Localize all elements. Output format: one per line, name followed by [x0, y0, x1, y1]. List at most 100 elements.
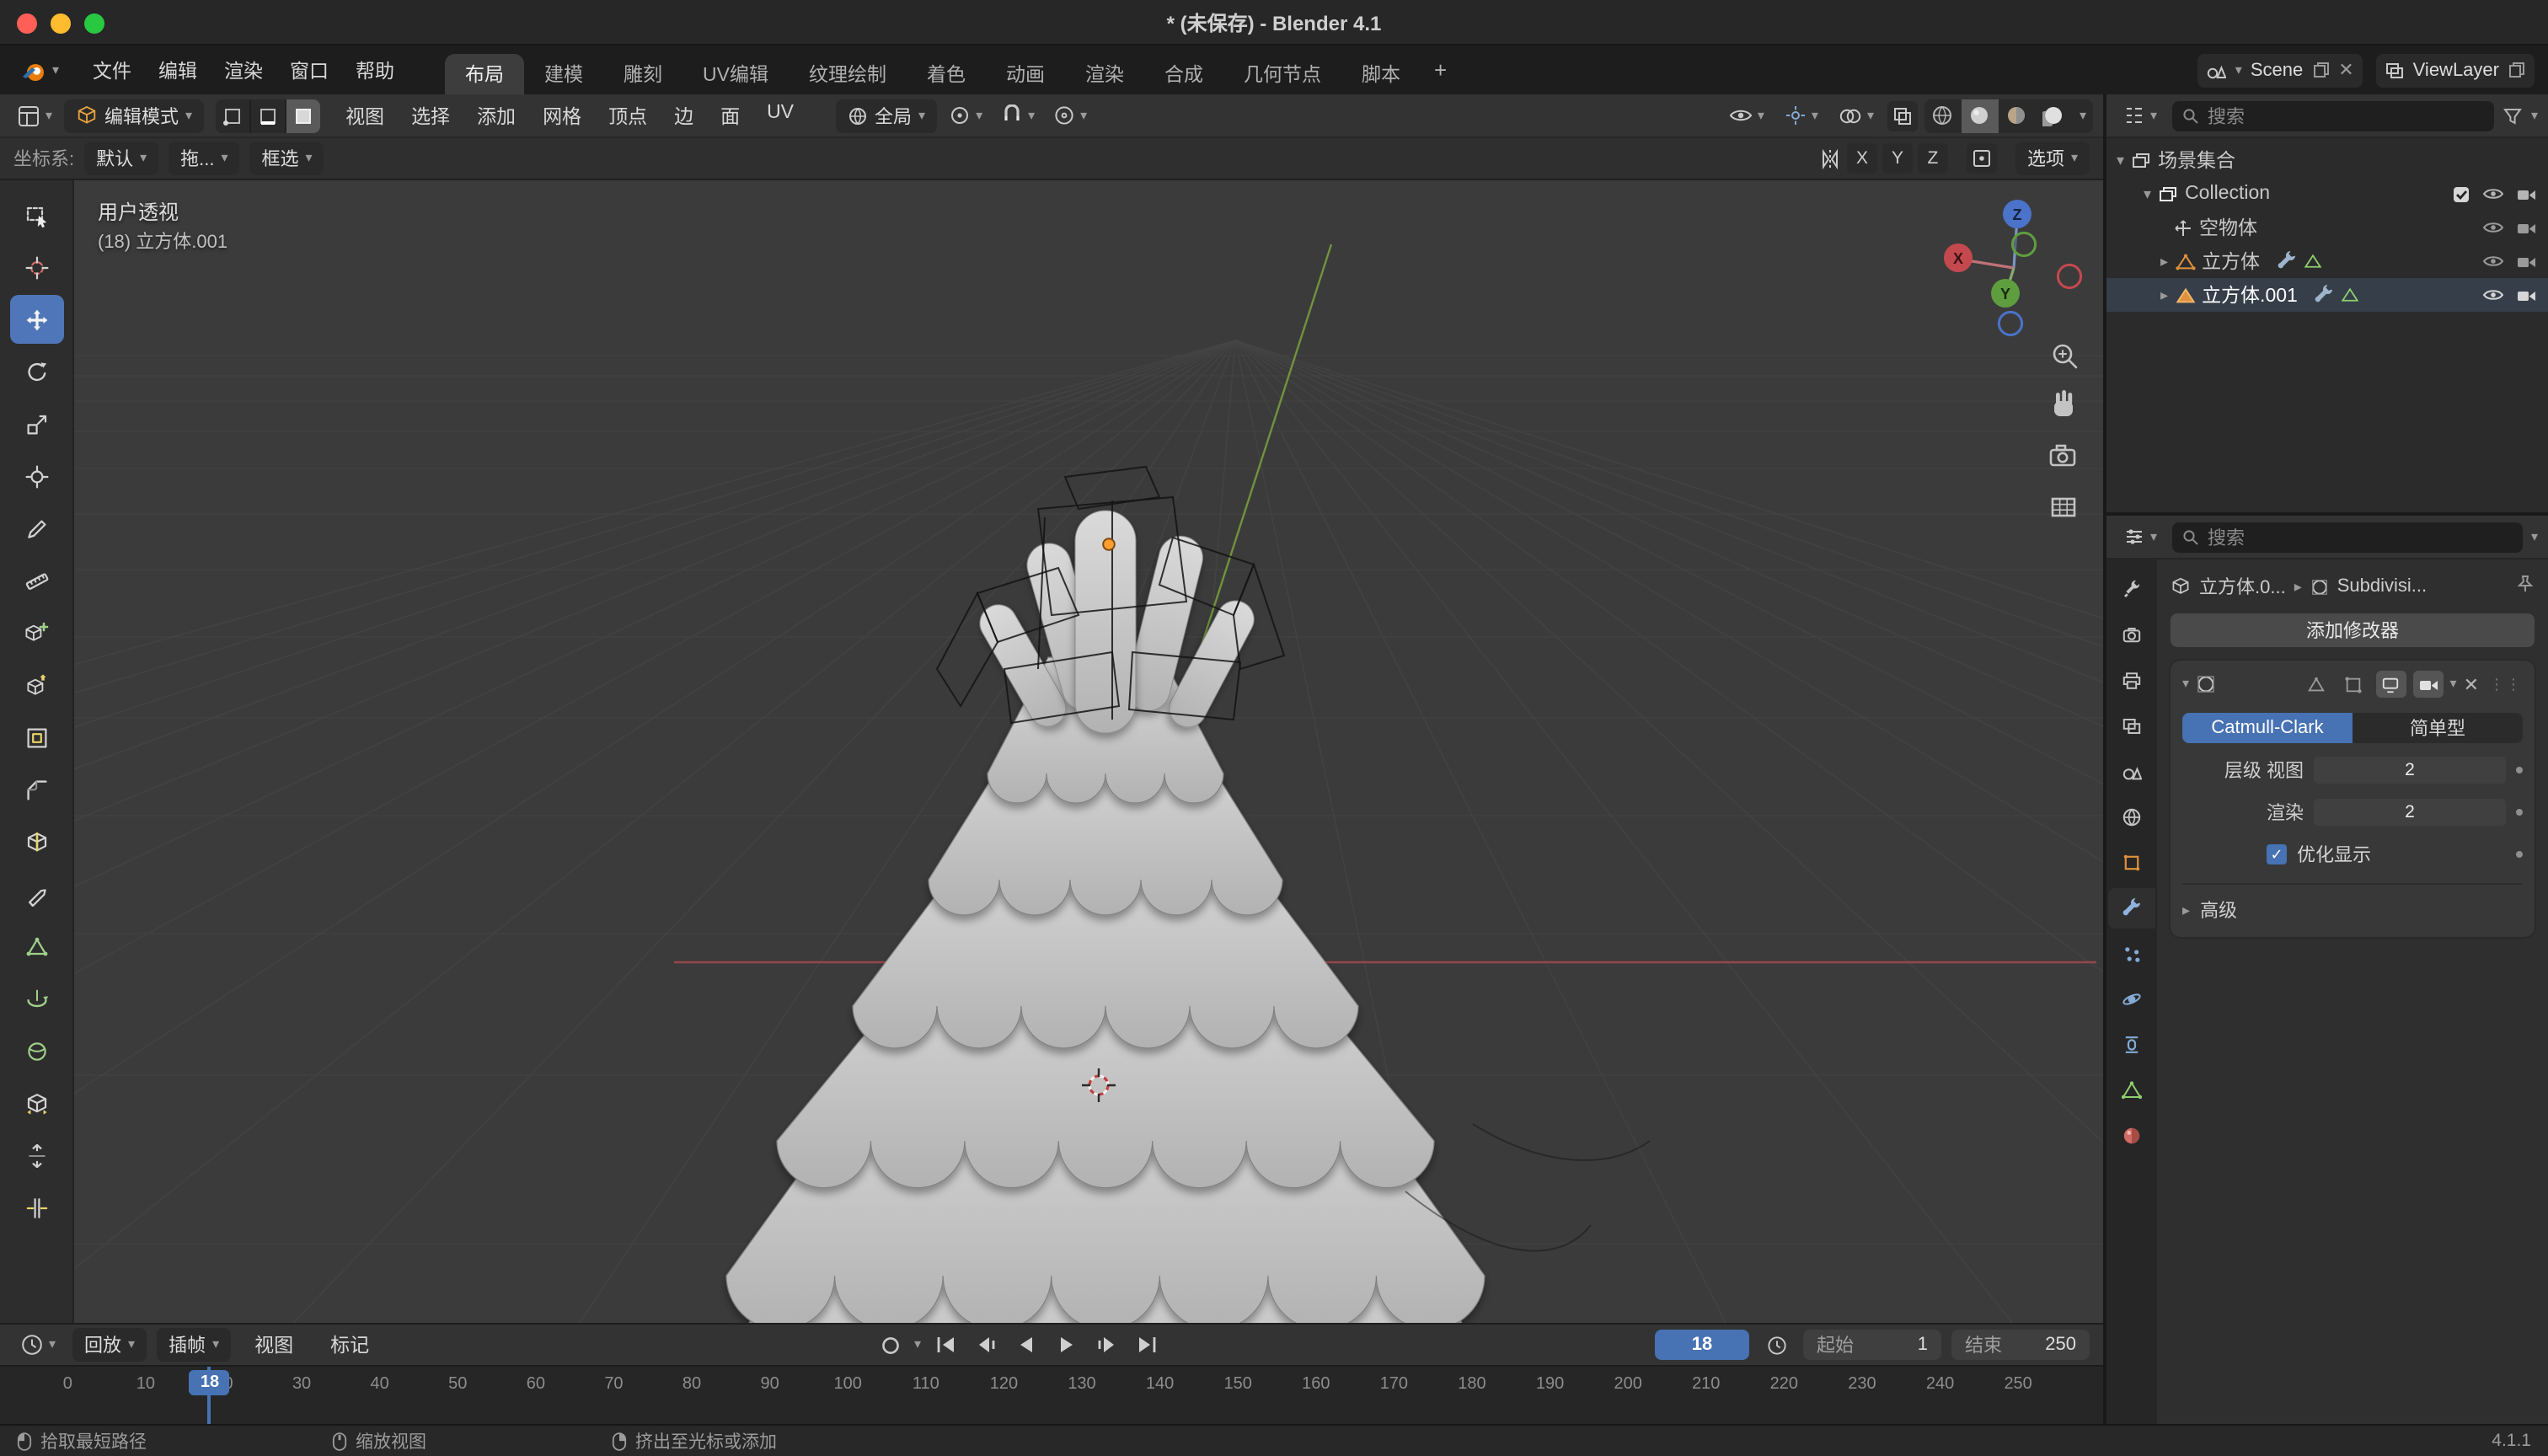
workspace-tab[interactable]: 建模 [524, 54, 603, 94]
outliner-options-caret[interactable]: ▾ [2531, 109, 2538, 122]
mirror-y-toggle[interactable]: Y [1882, 143, 1913, 174]
modifier-expand-caret[interactable]: ▾ [2182, 677, 2189, 691]
add-workspace-button[interactable]: + [1421, 57, 1460, 83]
modifier-close-icon[interactable]: ✕ [2464, 673, 2479, 695]
menu-item[interactable]: 面 [707, 97, 753, 134]
workspace-tab[interactable]: 合成 [1144, 54, 1223, 94]
workspace-tab[interactable]: 动画 [986, 54, 1065, 94]
mesh-data-icon[interactable] [2342, 286, 2360, 303]
properties-tab-object[interactable] [2108, 843, 2155, 883]
copy-scene-icon[interactable] [2311, 61, 2330, 79]
breadcrumb-modifier[interactable]: Subdivisi... [2337, 576, 2427, 597]
copy-viewlayer-icon[interactable] [2508, 61, 2526, 79]
frame-end-field[interactable]: 结束 250 [1951, 1330, 2090, 1360]
visibility-dropdown[interactable]: ▾ [1722, 99, 1771, 132]
scene-selector[interactable]: ▾ Scene ✕ [2198, 53, 2363, 87]
menu-item[interactable]: 窗口 [276, 51, 342, 88]
exclude-checkbox-icon[interactable] [2452, 185, 2470, 203]
editor-type-button[interactable]: ▾ [10, 99, 59, 132]
outliner-editor-type-button[interactable]: ▾ [2117, 99, 2164, 132]
edge-select-button[interactable] [251, 99, 285, 132]
tool-select-box-button[interactable] [9, 190, 63, 239]
properties-tab-data[interactable] [2108, 1070, 2155, 1111]
tool-edge-slide-button[interactable] [9, 1079, 63, 1127]
mesh-data-icon[interactable] [2304, 253, 2322, 270]
levels-render-field[interactable]: 2 [2314, 799, 2506, 826]
hide-eye-icon[interactable] [2482, 253, 2504, 270]
menu-item[interactable]: 选择 [398, 97, 463, 134]
properties-options-caret[interactable]: ▾ [2531, 530, 2538, 543]
mirror-x-toggle[interactable]: X [1847, 143, 1877, 174]
viewport-3d[interactable]: ZXY 用户透视 (18) 立方体.001 [74, 180, 2103, 1323]
breadcrumb-object[interactable]: 立方体.0... [2199, 573, 2286, 600]
auto-key-button[interactable] [874, 1330, 907, 1360]
viewport-canvas[interactable]: ZXY [74, 180, 2103, 1323]
tool-knife-button[interactable] [9, 870, 63, 918]
menu-item[interactable]: 添加 [463, 97, 529, 134]
menu-item[interactable]: UV [753, 97, 807, 134]
workspace-tab[interactable]: UV编辑 [682, 54, 789, 94]
outliner-row-collection[interactable]: ▾ Collection [2106, 177, 2548, 211]
mirror-z-toggle[interactable]: Z [1918, 143, 1948, 174]
play-button[interactable] [1049, 1330, 1083, 1360]
use-preview-range-button[interactable] [1759, 1330, 1793, 1360]
workspace-tab[interactable]: 渲染 [1065, 54, 1144, 94]
face-select-button[interactable] [286, 99, 320, 132]
next-keyframe-button[interactable] [1089, 1330, 1123, 1360]
snap-base-button[interactable] [1967, 143, 1997, 174]
snap-dropdown[interactable]: ▾ [994, 99, 1041, 132]
timeline-ruler[interactable]: 0102030405060708090100110120130140150160… [0, 1365, 2103, 1424]
properties-tab-tool[interactable] [2108, 570, 2155, 610]
workspace-tab[interactable]: 雕刻 [603, 54, 682, 94]
tool-rip-button[interactable] [9, 1183, 63, 1232]
vertex-select-button[interactable] [216, 99, 249, 132]
playback-menu[interactable]: 回放 ▾ [72, 1328, 147, 1362]
animate-dot-icon[interactable] [2516, 809, 2523, 816]
filter-icon[interactable] [2502, 105, 2523, 126]
properties-tab-material[interactable] [2108, 1116, 2155, 1156]
render-camera-icon[interactable] [2516, 220, 2536, 235]
menu-item[interactable]: 渲染 [211, 51, 276, 88]
select-mode-dropdown[interactable]: 框选 ▾ [250, 142, 324, 175]
tool-measure-button[interactable] [9, 556, 63, 605]
disclosure-open-icon[interactable]: ▾ [2117, 153, 2124, 168]
minimize-window-button[interactable] [51, 13, 71, 34]
workspace-tab[interactable]: 布局 [445, 54, 524, 94]
disclosure-closed-icon[interactable]: ▸ [2160, 287, 2168, 302]
modifier-extras-caret[interactable]: ▾ [2450, 677, 2457, 691]
tool-loop-cut-button[interactable] [9, 817, 63, 866]
workspace-tab[interactable]: 纹理绘制 [789, 54, 907, 94]
tool-add-cube-button[interactable] [9, 608, 63, 657]
tool-poly-build-button[interactable] [9, 922, 63, 971]
tool-bevel-button[interactable] [9, 765, 63, 814]
menu-item[interactable]: 编辑 [145, 51, 211, 88]
unlink-scene-icon[interactable]: ✕ [2338, 59, 2353, 81]
tool-extrude-button[interactable] [9, 661, 63, 709]
tool-move-button[interactable] [9, 295, 63, 344]
render-camera-icon[interactable] [2516, 287, 2536, 302]
properties-tab-world[interactable] [2108, 797, 2155, 838]
shading-caret[interactable]: ▾ [2073, 109, 2093, 122]
zoom-window-button[interactable] [84, 13, 104, 34]
modifier-drag-handle[interactable]: ⋮⋮ [2489, 675, 2523, 693]
tool-inset-button[interactable] [9, 713, 63, 762]
hide-eye-icon[interactable] [2482, 286, 2504, 303]
playhead[interactable]: 18 [208, 1367, 211, 1424]
coord-system-dropdown[interactable]: 默认 ▾ [84, 142, 158, 175]
close-window-button[interactable] [17, 13, 37, 34]
disclosure-open-icon[interactable]: ▾ [2144, 186, 2151, 201]
menu-item[interactable]: 边 [661, 97, 707, 134]
prev-keyframe-button[interactable] [968, 1330, 1002, 1360]
optimal-display-checkbox[interactable]: ✓ [2267, 844, 2287, 864]
timeline-marker-menu[interactable]: 标记 [317, 1326, 383, 1363]
jump-to-end-button[interactable] [1130, 1330, 1164, 1360]
hide-eye-icon[interactable] [2482, 185, 2504, 202]
xray-toggle[interactable] [1887, 100, 1918, 131]
tool-scale-button[interactable] [9, 399, 63, 448]
menu-item[interactable]: 帮助 [342, 51, 408, 88]
modifier-wrench-icon[interactable] [2277, 251, 2297, 271]
auto-key-caret[interactable]: ▾ [914, 1338, 921, 1352]
transform-orientation-dropdown[interactable]: 全局 ▾ [836, 99, 937, 132]
mode-selector[interactable]: 编辑模式 ▾ [64, 99, 204, 132]
tool-transform-button[interactable] [9, 452, 63, 500]
